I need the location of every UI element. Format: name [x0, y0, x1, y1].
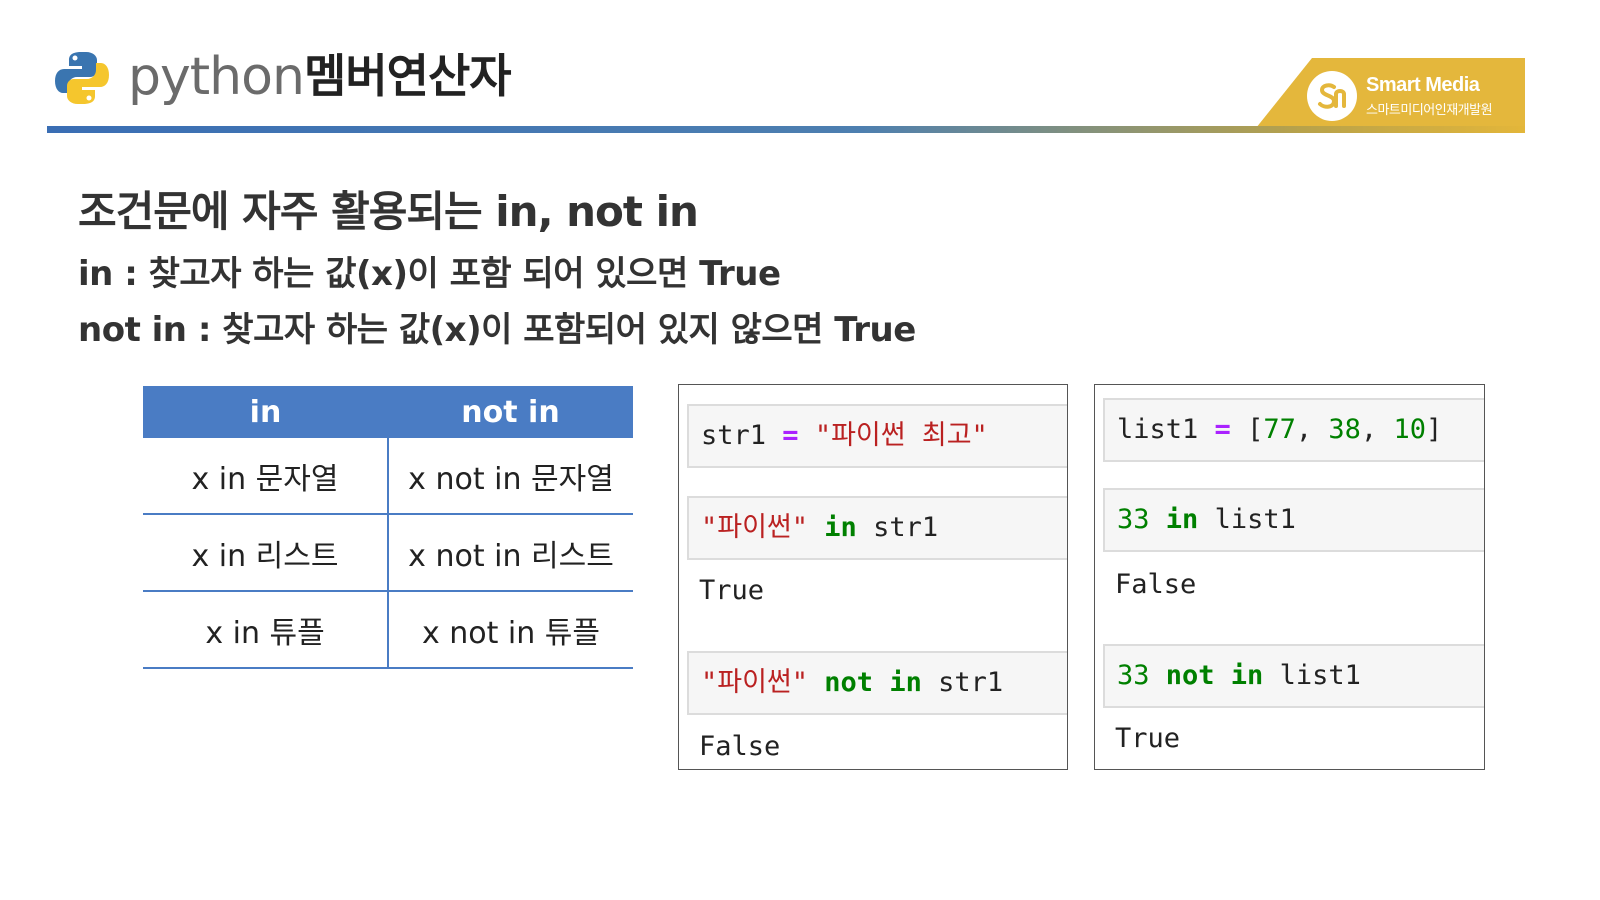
code-var: str1 [873, 512, 939, 543]
code-var: str1 [701, 420, 767, 451]
table-cell: x in 문자열 [143, 438, 389, 515]
code-number: 77 [1263, 414, 1296, 445]
table-cell: x not in 튜플 [388, 591, 633, 669]
table-header-row: in not in [143, 386, 633, 438]
code-output: True [699, 575, 765, 606]
code-comma: , [1360, 414, 1378, 445]
code-output: False [699, 731, 781, 762]
string-code-panel: str1 = "파이썬 최고" "파이썬" in str1 True "파이썬"… [678, 384, 1068, 770]
table-cell: x not in 문자열 [388, 438, 633, 515]
code-var: list1 [1279, 660, 1361, 691]
table-header-not-in: not in [388, 386, 633, 438]
page-title: 멤버연산자 [304, 49, 512, 103]
code-cell-list-assign[interactable]: list1 = [77, 38, 10] [1103, 398, 1484, 462]
code-bracket: [ [1247, 414, 1264, 445]
code-output: False [1115, 569, 1197, 600]
code-keyword: not in [824, 667, 922, 698]
python-logo-icon [55, 52, 109, 104]
code-var: list1 [1214, 504, 1296, 535]
code-string: "파이썬" [701, 667, 809, 698]
code-keyword: in [1165, 504, 1199, 535]
table-row: x in 문자열 x not in 문자열 [143, 438, 633, 515]
brand-name: Smart Media [1366, 74, 1480, 96]
code-number: 38 [1328, 414, 1361, 445]
code-var: list1 [1117, 414, 1199, 445]
code-number: 10 [1393, 414, 1426, 445]
python-wordmark: python [128, 47, 305, 107]
code-cell-in-list[interactable]: 33 in list1 [1103, 488, 1484, 552]
code-string: "파이썬 최고" [814, 420, 988, 451]
table-cell: x in 리스트 [143, 514, 389, 592]
table-row: x in 리스트 x not in 리스트 [143, 514, 633, 592]
code-keyword: in [824, 512, 857, 543]
table-header-in: in [143, 386, 388, 438]
code-cell-not-in-str[interactable]: "파이썬" not in str1 [687, 651, 1067, 715]
smart-media-logo-icon [1307, 71, 1357, 121]
code-cell-in-str[interactable]: "파이썬" in str1 [687, 496, 1067, 560]
section-heading: 조건문에 자주 활용되는 in, not in [78, 187, 699, 236]
list-code-panel: list1 = [77, 38, 10] 33 in list1 False 3… [1094, 384, 1485, 770]
code-comma: , [1295, 414, 1313, 445]
code-keyword: not in [1165, 660, 1264, 691]
code-cell-not-in-list[interactable]: 33 not in list1 [1103, 644, 1484, 708]
in-description: in : 찾고자 하는 값(x)이 포함 되어 있으면 True [78, 254, 781, 294]
table-cell: x in 튜플 [143, 591, 389, 669]
code-number: 33 [1117, 660, 1150, 691]
brand-subtitle: 스마트미디어인재개발원 [1366, 103, 1493, 118]
operator-table: in not in x in 문자열 x not in 문자열 x in 리스트… [143, 386, 633, 669]
code-string: "파이썬" [701, 512, 809, 543]
table-row: x in 튜플 x not in 튜플 [143, 591, 633, 669]
code-cell-str-assign[interactable]: str1 = "파이썬 최고" [687, 404, 1067, 468]
code-bracket: ] [1425, 414, 1443, 445]
not-in-description: not in : 찾고자 하는 값(x)이 포함되어 있지 않으면 True [78, 310, 916, 350]
code-operator: = [1214, 414, 1231, 445]
code-operator: = [782, 420, 799, 451]
code-number: 33 [1117, 504, 1150, 535]
code-output: True [1115, 723, 1181, 754]
code-var: str1 [938, 667, 1004, 698]
header-divider [47, 126, 1525, 133]
table-cell: x not in 리스트 [388, 514, 633, 592]
